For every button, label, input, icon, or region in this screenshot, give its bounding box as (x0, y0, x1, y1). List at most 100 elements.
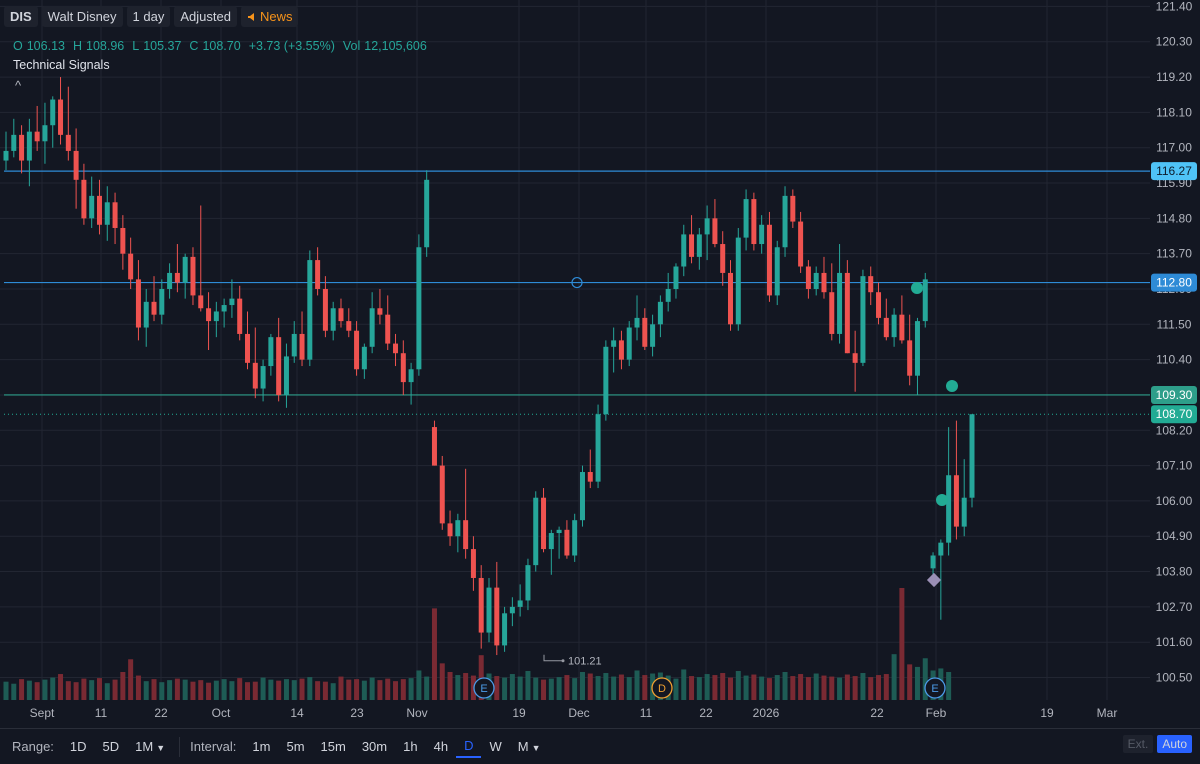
volume-bar (946, 672, 952, 700)
volume-bar (494, 676, 500, 700)
interval-1m-button[interactable]: 1m (244, 736, 278, 757)
volume-bar (338, 676, 344, 700)
volume-bar (260, 677, 266, 700)
candle-body (135, 279, 141, 328)
interval-1h-button[interactable]: 1h (395, 736, 425, 757)
y-tick-label: 106.00 (1156, 494, 1193, 508)
candle-body (728, 272, 733, 325)
interval-w-button[interactable]: W (481, 736, 509, 757)
x-tick-label: 19 (1040, 706, 1054, 720)
volume-bar (603, 673, 609, 700)
candle-body (657, 301, 663, 325)
volume-bar (26, 680, 32, 700)
volume-bar (198, 680, 204, 700)
ohlc-item: C 108.70 (189, 39, 240, 53)
volume-bar (579, 672, 585, 700)
candle-body (252, 362, 258, 389)
news-chip[interactable]: News (240, 6, 299, 27)
volume-bar (385, 678, 391, 700)
candle-body (798, 221, 804, 267)
interval-4h-button[interactable]: 4h (426, 736, 456, 757)
company-name-chip[interactable]: Walt Disney (41, 6, 123, 27)
event-marker-label: D (658, 683, 666, 695)
volume-bar (221, 679, 227, 700)
symbol-chip[interactable]: DIS (4, 6, 38, 27)
candle-body (120, 227, 126, 254)
volume-bar (712, 675, 718, 700)
volume-bar (728, 677, 733, 700)
volume-bar (642, 675, 648, 700)
volume-bar (533, 677, 539, 700)
volume-bar (393, 681, 399, 700)
volume-bar (626, 677, 632, 700)
candle-body (221, 305, 227, 312)
candle-body (735, 237, 741, 325)
collapse-caret-icon[interactable]: ^ (15, 78, 21, 93)
ohlc-value: 108.96 (86, 39, 125, 53)
ohlc-item: +3.73 (+3.55%) (249, 39, 335, 53)
ohlc-item: Vol 12,105,606 (343, 39, 427, 53)
candle-body (50, 99, 56, 126)
volume-bar (696, 677, 702, 700)
candle-body (689, 234, 695, 257)
volume-bar (899, 588, 905, 700)
ohlc-value: 106.13 (26, 39, 65, 53)
volume-bar (774, 675, 780, 700)
volume-bar (96, 678, 102, 700)
candle-body (291, 333, 297, 357)
technical-signals-label[interactable]: Technical Signals (13, 58, 110, 72)
candle-body (953, 475, 959, 527)
candle-body (400, 353, 406, 383)
volume-bar (81, 678, 87, 700)
volume-bar (315, 681, 321, 700)
candle-body (486, 587, 492, 633)
candle-body (104, 202, 110, 225)
volume-bar (587, 673, 593, 700)
candle-body (315, 260, 321, 289)
volume-bar (424, 676, 430, 700)
candle-body (190, 256, 196, 296)
volume-bar (190, 681, 196, 700)
candle-body (431, 427, 437, 466)
volume-bar (502, 677, 508, 700)
x-tick-label: Sept (30, 706, 55, 720)
x-tick-label: 2026 (753, 706, 780, 720)
volume-bar (525, 670, 531, 700)
extended-hours-toggle[interactable]: Ext. (1122, 735, 1154, 753)
candle-body (751, 199, 757, 245)
candle-body (564, 529, 570, 556)
y-tick-label: 102.70 (1156, 600, 1193, 614)
y-tick-label: 103.80 (1156, 565, 1193, 579)
volume-bar (439, 663, 445, 700)
y-tick-label: 111.50 (1157, 317, 1192, 331)
interval-m-button[interactable]: M ▼ (510, 736, 549, 757)
range-1m-button[interactable]: 1M ▼ (127, 736, 173, 757)
candle-body (322, 288, 328, 331)
candle-body (361, 346, 367, 370)
volume-bar (182, 679, 188, 700)
megaphone-icon (247, 13, 254, 21)
interval-chip[interactable]: 1 day (126, 6, 171, 27)
volume-bar (252, 681, 258, 700)
interval-30m-button[interactable]: 30m (354, 736, 395, 757)
candle-body (213, 311, 219, 322)
range-5d-button[interactable]: 5D (95, 736, 128, 757)
ohlc-readout: O 106.13 H 108.96 L 105.37 C 108.70 +3.73 (+3.55… (13, 39, 427, 53)
candle-body (572, 520, 578, 556)
interval-5m-button[interactable]: 5m (278, 736, 312, 757)
volume-bar (416, 670, 422, 700)
auto-scale-toggle[interactable]: Auto (1157, 735, 1192, 753)
range-1d-button[interactable]: 1D (62, 736, 95, 757)
candle-body (260, 366, 266, 389)
candle-body (198, 295, 204, 309)
ohlc-value: 105.37 (143, 39, 182, 53)
volume-bar (229, 681, 235, 700)
candle-body (696, 234, 702, 257)
price-chart[interactable]: 101.21 E D E 121.40 120.30 119.20 118.10 117.00 1… (0, 0, 1200, 728)
low-annotation-label: 101.21 (568, 656, 602, 668)
interval-15m-button[interactable]: 15m (313, 736, 354, 757)
candle-body (509, 606, 515, 614)
candle-body (922, 279, 928, 322)
interval-d-button[interactable]: D (456, 735, 482, 758)
adjusted-chip[interactable]: Adjusted (174, 6, 237, 27)
